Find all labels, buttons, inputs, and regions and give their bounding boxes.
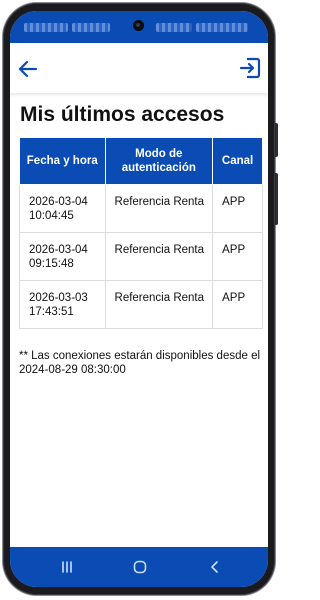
main-content: Mis últimos accesos Fecha y hora Modo de… bbox=[10, 101, 268, 376]
header-datetime: Fecha y hora bbox=[19, 137, 106, 185]
cell-auth-mode: Referencia Renta bbox=[104, 184, 214, 233]
availability-footnote: ** Las conexiones estarán disponibles de… bbox=[19, 350, 261, 376]
front-camera bbox=[133, 20, 144, 31]
nav-back-icon bbox=[211, 561, 218, 573]
cell-channel: APP bbox=[212, 184, 263, 233]
logout-button[interactable] bbox=[238, 56, 262, 80]
status-time-blurred bbox=[24, 23, 68, 32]
page-title: Mis últimos accesos bbox=[20, 103, 225, 126]
cell-auth-mode: Referencia Renta bbox=[104, 280, 214, 329]
power-button bbox=[275, 173, 278, 225]
cell-datetime: 2026-03-04 10:04:45 bbox=[19, 184, 106, 233]
header-auth-mode: Modo de autenticación bbox=[104, 137, 214, 185]
cell-datetime: 2026-03-04 09:15:48 bbox=[19, 232, 106, 281]
back-button[interactable] bbox=[16, 57, 40, 81]
table-row: 2026-03-03 17:43:51 Referencia Renta APP bbox=[19, 280, 263, 329]
status-bar bbox=[10, 11, 268, 43]
volume-button bbox=[275, 123, 278, 157]
cell-channel: APP bbox=[212, 280, 263, 329]
cell-channel: APP bbox=[212, 232, 263, 281]
table-row: 2026-03-04 10:04:45 Referencia Renta APP bbox=[19, 184, 263, 233]
status-battery-blurred bbox=[196, 23, 248, 32]
header-channel: Canal bbox=[212, 137, 263, 185]
cell-auth-mode: Referencia Renta bbox=[104, 232, 214, 281]
home-icon bbox=[133, 560, 147, 574]
status-signal-blurred bbox=[156, 23, 192, 32]
arrow-left-icon bbox=[18, 60, 38, 78]
recents-icon bbox=[62, 561, 72, 573]
table-row: 2026-03-04 09:15:48 Referencia Renta APP bbox=[19, 232, 263, 281]
app-bar bbox=[10, 43, 268, 93]
home-button[interactable] bbox=[133, 560, 147, 574]
status-notifications-blurred bbox=[72, 23, 110, 32]
phone-frame: Mis últimos accesos Fecha y hora Modo de… bbox=[3, 3, 278, 595]
screen: Mis últimos accesos Fecha y hora Modo de… bbox=[10, 11, 268, 587]
table-header-row: Fecha y hora Modo de autenticación Canal bbox=[19, 137, 263, 185]
logout-icon bbox=[239, 57, 261, 79]
cell-datetime: 2026-03-03 17:43:51 bbox=[19, 280, 106, 329]
system-nav-bar bbox=[10, 547, 268, 587]
access-table: Fecha y hora Modo de autenticación Canal… bbox=[19, 137, 263, 329]
recents-button[interactable] bbox=[60, 560, 74, 574]
system-back-button[interactable] bbox=[208, 560, 222, 574]
